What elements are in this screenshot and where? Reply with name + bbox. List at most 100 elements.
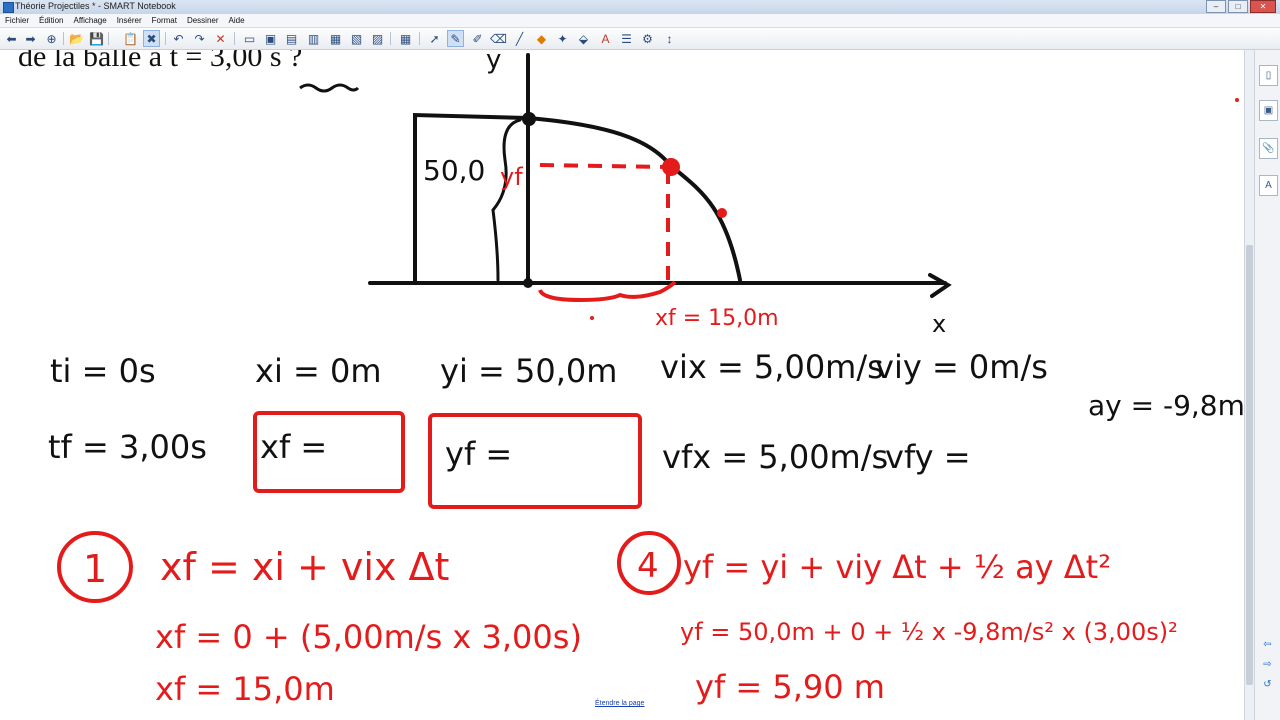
add-page-icon[interactable]: ⊕ (43, 30, 60, 47)
xf-graph-label: xf = 15,0m (655, 306, 779, 331)
move-sidebar-up-icon[interactable]: ⇦ (1259, 635, 1276, 654)
heading-text: de la balle à t = 3,00 s ? (18, 50, 302, 73)
screen-shade-icon[interactable]: ▭ (241, 30, 258, 47)
eq4-step: yf = 50,0m + 0 + ½ x -9,8m/s² x (3,00s)² (680, 618, 1178, 646)
tf-value: tf = 3,00s (48, 428, 207, 466)
window-title: Théorie Projectiles * - SMART Notebook (15, 1, 176, 11)
open-folder-icon[interactable]: 📂 (68, 30, 85, 47)
redo-icon[interactable]: ↷ (191, 30, 208, 47)
display-icon[interactable]: ▣ (262, 30, 279, 47)
table-icon[interactable]: ▦ (397, 30, 414, 47)
delete-icon[interactable]: ✕ (212, 30, 229, 47)
toolbar-move-icon[interactable]: ↕ (661, 30, 678, 47)
pen-icon[interactable]: ✎ (447, 30, 464, 47)
height-label: 50,0 (423, 154, 485, 187)
vfy-value: vfy = (885, 438, 971, 476)
menu-format[interactable]: Format (147, 14, 182, 27)
toolbar: ⬅ ➡ ⊕ 📂 💾 📋 ✖ ↶ ↷ ✕ ▭ ▣ ▤ ▥ ▦ ▧ ▨ ▦ ➚ ✎ … (0, 28, 1280, 50)
yf-dashed-line (539, 163, 669, 169)
camera-icon[interactable]: ▧ (348, 30, 365, 47)
red-ink-dot (1235, 98, 1239, 102)
monitor-icon[interactable]: ▥ (305, 30, 322, 47)
save-icon[interactable]: 💾 (88, 30, 105, 47)
trajectory-point (717, 208, 727, 218)
capture-icon[interactable]: ▤ (283, 30, 300, 47)
xi-value: xi = 0m (255, 352, 382, 390)
fill-icon[interactable]: ⬙ (575, 30, 592, 47)
vfx-value: vfx = 5,00m/s (662, 438, 888, 476)
table-view-icon[interactable]: ▦ (327, 30, 344, 47)
vix-value: vix = 5,00m/s (660, 348, 884, 386)
undo-icon[interactable]: ↶ (170, 30, 187, 47)
menu-fichier[interactable]: Fichier (0, 14, 34, 27)
red-guides (538, 163, 677, 303)
line-icon[interactable]: ╱ (511, 30, 528, 47)
minimize-button[interactable]: – (1206, 0, 1226, 13)
vertical-scrollbar[interactable] (1244, 50, 1254, 720)
side-tab-bar: ▯ ▣ 📎 A ⇦ ⇨ ↺ (1254, 50, 1280, 720)
y-axis-label: y (486, 50, 501, 75)
givens-final: tf = 3,00s xf = yf = vfx = 5,00m/s vfy = (48, 428, 971, 476)
scrollbar-thumb[interactable] (1246, 245, 1253, 685)
window-controls: – □ ✕ (1206, 0, 1276, 13)
eq4-result: yf = 5,90 m (695, 668, 885, 706)
select-icon[interactable]: ➚ (426, 30, 443, 47)
equation-4: 4 yf = yi + viy Δt + ½ ay Δt² yf = 50,0m… (617, 531, 1178, 706)
yf-graph-label: yf (500, 163, 523, 191)
givens-initial: ti = 0s xi = 0m yi = 50,0m vix = 5,00m/s… (50, 348, 1048, 390)
cliff (413, 112, 530, 285)
equation-1: 1 xf = xi + vix Δt xf = 0 + (5,00m/s x 3… (57, 531, 582, 708)
more-icon[interactable]: ⚙ (639, 30, 656, 47)
yf-box-text: yf = (445, 435, 512, 473)
menu-affichage[interactable]: Affichage (68, 14, 111, 27)
underline-mark (299, 83, 360, 93)
magic-pen-icon[interactable]: ✦ (554, 30, 571, 47)
title-bar: Théorie Projectiles * - SMART Notebook –… (0, 0, 1280, 15)
attachments-icon[interactable]: 📎 (1259, 138, 1278, 159)
menu-aide[interactable]: Aide (224, 14, 250, 27)
page-sorter-icon[interactable]: ▯ (1259, 65, 1278, 86)
eq4-number: 4 (637, 546, 659, 586)
launch-point (522, 112, 536, 126)
viy-value: viy = 0m/s (875, 348, 1048, 386)
eq1-number: 1 (83, 547, 107, 591)
back-arrow-icon[interactable]: ⬅ (3, 30, 20, 47)
xf-box-text: xf = (260, 428, 327, 466)
eq1-formula: xf = xi + vix Δt (160, 545, 449, 589)
text-icon[interactable]: A (597, 30, 614, 47)
trajectory-curve (526, 116, 742, 282)
final-position-point (662, 158, 680, 176)
auto-hide-icon[interactable]: ↺ (1259, 675, 1276, 694)
menu-bar: Fichier Édition Affichage Insérer Format… (0, 14, 1280, 28)
x-axis-arrowhead (928, 273, 952, 298)
gallery-icon[interactable]: ▣ (1259, 100, 1278, 121)
properties-tab-icon[interactable]: A (1259, 175, 1278, 196)
menu-inserer[interactable]: Insérer (112, 14, 147, 27)
close-button[interactable]: ✕ (1250, 0, 1276, 13)
menu-dessiner[interactable]: Dessiner (182, 14, 224, 27)
x-axis-label: x (932, 310, 946, 338)
forward-arrow-icon[interactable]: ➡ (22, 30, 39, 47)
shape-icon[interactable]: ◆ (533, 30, 550, 47)
menu-edition[interactable]: Édition (34, 14, 68, 27)
creative-pen-icon[interactable]: ✐ (469, 30, 486, 47)
close-x-icon[interactable]: ✖ (143, 30, 160, 47)
notebook-page[interactable]: de la balle à t = 3,00 s ? y x 50,0 yf x… (0, 50, 1244, 720)
app-icon (3, 2, 14, 13)
eq4-formula: yf = yi + viy Δt + ½ ay Δt² (683, 548, 1111, 586)
maximize-button[interactable]: □ (1228, 0, 1248, 13)
extend-page-link[interactable]: Étendre la page (595, 700, 644, 707)
paste-icon[interactable]: 📋 (122, 30, 139, 47)
eq1-result: xf = 15,0m (155, 670, 335, 708)
red-speck (590, 316, 594, 320)
yi-value: yi = 50,0m (440, 352, 617, 390)
eraser-icon[interactable]: ⌫ (490, 30, 507, 47)
properties-icon[interactable]: ☰ (618, 30, 635, 47)
window-icon[interactable]: ▨ (369, 30, 386, 47)
eq1-step: xf = 0 + (5,00m/s x 3,00s) (155, 618, 582, 656)
ay-value: ay = -9,8m/s² (1088, 389, 1244, 422)
ink-layer: de la balle à t = 3,00 s ? y x 50,0 yf x… (18, 50, 1244, 708)
origin-point (523, 278, 533, 288)
move-sidebar-down-icon[interactable]: ⇨ (1259, 655, 1276, 674)
height-brace (491, 118, 522, 282)
